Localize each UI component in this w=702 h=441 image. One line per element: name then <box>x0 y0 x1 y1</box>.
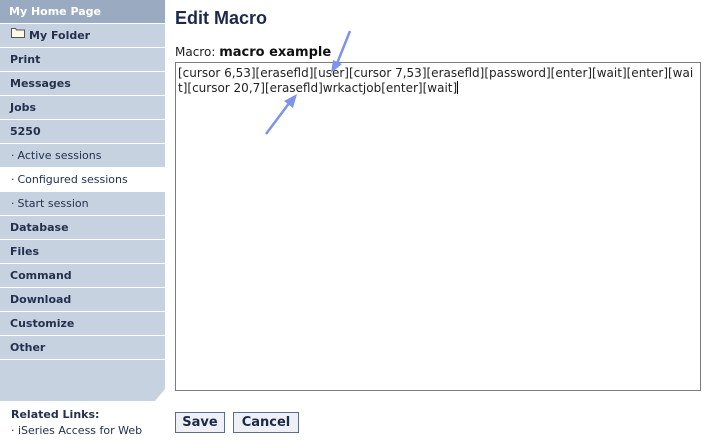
bullet-icon: · <box>11 197 15 210</box>
sidebar-item-print[interactable]: Print <box>0 48 165 72</box>
related-links: Related Links: · iSeries Access for Web <box>11 408 161 437</box>
sidebar-spacer <box>0 360 165 381</box>
sidebar-item-label: Customize <box>10 317 75 330</box>
sidebar-item-5250[interactable]: 5250 <box>0 120 165 144</box>
related-link-label: iSeries Access for Web <box>18 424 143 437</box>
sidebar-item-customize[interactable]: Customize <box>0 312 165 336</box>
sidebar-item-my-home-page[interactable]: My Home Page <box>0 0 165 24</box>
sidebar-item-label: Jobs <box>10 101 37 114</box>
sidebar-item-my-folder[interactable]: My Folder <box>0 24 165 48</box>
sidebar-item-label: Files <box>10 245 40 258</box>
macro-name: macro example <box>219 45 332 60</box>
sidebar-nav: My Home Page My Folder Print Messages Jo… <box>0 0 165 401</box>
annotation-arrow-up-icon <box>265 94 297 135</box>
sidebar-item-configured-sessions[interactable]: · Configured sessions <box>0 168 165 192</box>
bullet-icon: · <box>11 149 15 162</box>
page-title: Edit Macro <box>175 8 268 28</box>
folder-icon <box>11 23 25 46</box>
macro-label: Macro: <box>175 45 216 59</box>
sidebar-item-command[interactable]: Command <box>0 264 165 288</box>
sidebar-item-label: My Folder <box>29 29 91 42</box>
sidebar-item-label: 5250 <box>10 125 41 138</box>
macro-text: [cursor 6,53][erasefld][user][cursor 7,5… <box>178 66 694 95</box>
sidebar-item-files[interactable]: Files <box>0 240 165 264</box>
save-button[interactable]: Save <box>175 412 225 433</box>
sidebar-item-messages[interactable]: Messages <box>0 72 165 96</box>
sidebar-item-label: Download <box>10 293 72 306</box>
related-link-iseries-access[interactable]: · iSeries Access for Web <box>11 424 161 437</box>
sidebar-item-label: Messages <box>10 77 71 90</box>
sidebar-item-label: Active sessions <box>17 149 102 162</box>
sidebar-item-label: Database <box>10 221 69 234</box>
annotation-arrow-down-icon <box>331 30 352 73</box>
macro-label-row: Macro: macro example <box>175 45 331 60</box>
sidebar-footer <box>0 381 165 401</box>
sidebar-item-label: Command <box>10 269 72 282</box>
cancel-button[interactable]: Cancel <box>233 412 299 433</box>
sidebar-item-label: Start session <box>17 197 89 210</box>
macro-textarea[interactable]: [cursor 6,53][erasefld][user][cursor 7,5… <box>175 62 701 391</box>
sidebar-item-database[interactable]: Database <box>0 216 165 240</box>
related-links-title: Related Links: <box>11 408 100 421</box>
sidebar-item-other[interactable]: Other <box>0 336 165 360</box>
sidebar-item-jobs[interactable]: Jobs <box>0 96 165 120</box>
text-cursor <box>457 81 459 94</box>
sidebar-item-download[interactable]: Download <box>0 288 165 312</box>
sidebar-item-start-session[interactable]: · Start session <box>0 192 165 216</box>
sidebar-item-label: Configured sessions <box>17 173 128 186</box>
sidebar-item-label: Other <box>10 341 46 354</box>
sidebar-item-label: My Home Page <box>9 5 101 18</box>
sidebar-item-active-sessions[interactable]: · Active sessions <box>0 144 165 168</box>
sidebar-item-label: Print <box>10 53 41 66</box>
bullet-icon: · <box>11 173 15 186</box>
